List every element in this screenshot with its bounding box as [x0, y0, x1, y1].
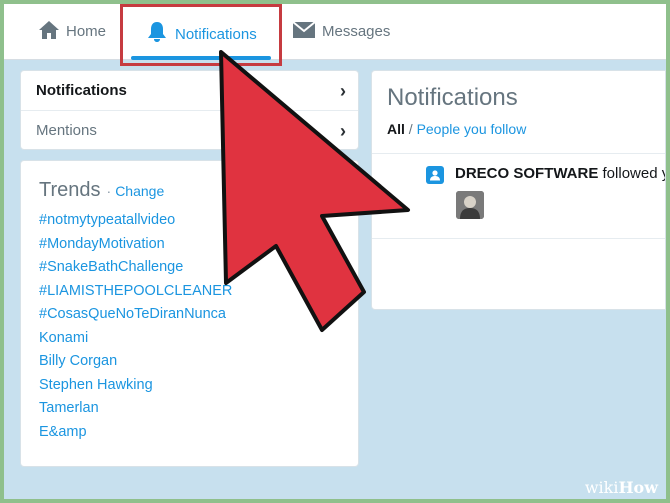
- nav-notifications[interactable]: Notifications: [120, 4, 282, 66]
- menu-item-label: Notifications: [36, 82, 127, 99]
- avatar[interactable]: [456, 191, 484, 219]
- nav-notifications-label: Notifications: [175, 25, 257, 43]
- follow-person-icon: [426, 166, 444, 184]
- trend-item[interactable]: Tamerlan: [39, 397, 358, 421]
- filter-separator: /: [404, 121, 417, 137]
- watermark-how: How: [618, 478, 658, 497]
- menu-item-notifications[interactable]: Notifications ›: [21, 71, 358, 110]
- active-tab-underline: [131, 56, 271, 60]
- menu-item-label: Mentions: [36, 122, 97, 139]
- trend-item[interactable]: #notmytypeatallvideo: [39, 209, 358, 233]
- nav-home[interactable]: Home: [38, 4, 106, 59]
- trends-separator: ·: [106, 183, 112, 199]
- trends-change-link[interactable]: Change: [115, 183, 164, 199]
- trend-item[interactable]: Konami: [39, 327, 358, 351]
- home-icon: [38, 20, 60, 44]
- page-title: Notifications: [387, 84, 518, 111]
- trend-list: #notmytypeatallvideo #MondayMotivation #…: [39, 209, 358, 444]
- notifications-menu: Notifications › Mentions ›: [20, 70, 359, 150]
- notification-action: followed you: [602, 165, 665, 182]
- trends-title: Trends: [39, 179, 101, 201]
- notifications-timeline: Notifications All / People you follow DR…: [371, 70, 666, 310]
- chevron-right-icon: ›: [340, 81, 346, 101]
- notification-filters: All / People you follow: [387, 121, 526, 137]
- trend-item[interactable]: Billy Corgan: [39, 350, 358, 374]
- trend-item[interactable]: #MondayMotivation: [39, 233, 358, 257]
- watermark-wiki: wiki: [584, 478, 619, 497]
- notification-item[interactable]: DRECO SOFTWARE followed you: [372, 154, 665, 239]
- notification-user-name[interactable]: DRECO SOFTWARE: [455, 165, 598, 182]
- trend-item[interactable]: #LIAMISTHEPOOLCLEANER: [39, 280, 358, 304]
- filter-people-you-follow[interactable]: People you follow: [417, 121, 527, 137]
- trend-item[interactable]: E&amp: [39, 421, 358, 445]
- trend-item[interactable]: #SnakeBathChallenge: [39, 256, 358, 280]
- bell-icon: [147, 21, 167, 47]
- trend-item[interactable]: #CosasQueNoTeDiranNunca: [39, 303, 358, 327]
- nav-messages-label: Messages: [322, 23, 391, 40]
- nav-home-label: Home: [66, 23, 107, 40]
- trend-item[interactable]: Stephen Hawking: [39, 374, 358, 398]
- wikihow-watermark: wikiHow: [585, 478, 658, 497]
- nav-messages[interactable]: Messages: [292, 4, 390, 59]
- notification-text: DRECO SOFTWARE followed you: [455, 165, 665, 182]
- menu-item-mentions[interactable]: Mentions ›: [21, 110, 358, 150]
- filter-all[interactable]: All: [387, 121, 405, 137]
- envelope-icon: [292, 20, 316, 43]
- trends-panel: Trends · Change #notmytypeatallvideo #Mo…: [20, 160, 359, 467]
- top-navigation-bar: Home Notifications Messages: [4, 4, 666, 66]
- chevron-right-icon: ›: [340, 121, 346, 141]
